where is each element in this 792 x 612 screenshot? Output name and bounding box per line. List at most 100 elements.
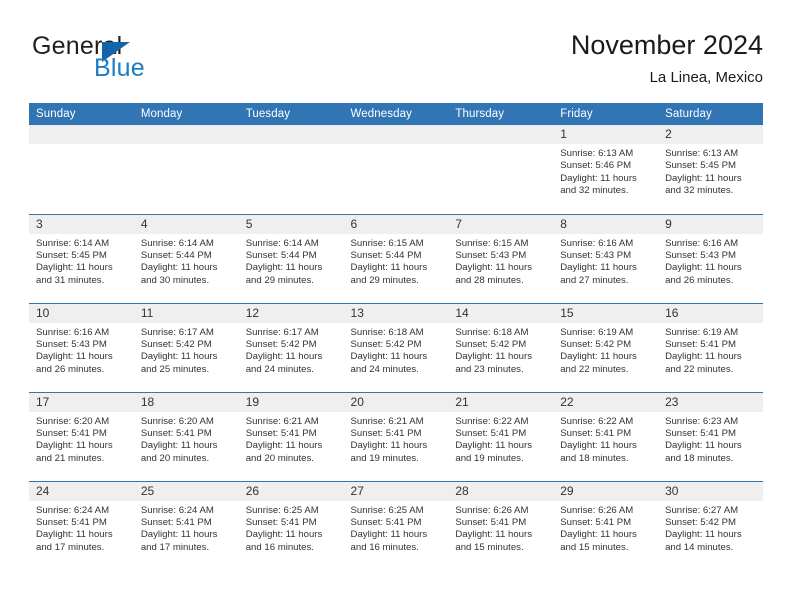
calendar-day-cell[interactable]: 9 Sunrise: 6:16 AM Sunset: 5:43 PM Daylight…	[658, 213, 763, 303]
sunset-text: Sunset: 5:42 PM	[245, 338, 317, 350]
calendar-day-cell[interactable]: 3 Sunrise: 6:14 AM Sunset: 5:45 PM Daylight…	[29, 213, 134, 303]
calendar-day-cell[interactable]: 2 Sunrise: 6:13 AM Sunset: 5:45 PM Daylight…	[658, 125, 763, 214]
day-number: 13	[343, 303, 449, 323]
calendar-day-cell[interactable]: 13 Sunrise: 6:18 AM Sunset: 5:42 PM Dayligh…	[343, 302, 449, 392]
weekday-header-saturday: Saturday	[658, 103, 763, 125]
daylight-text-line2: and 25 minutes.	[140, 363, 210, 375]
weekday-header-wednesday: Wednesday	[343, 103, 449, 125]
calendar-day-cell[interactable]: 25 Sunrise: 6:24 AM Sunset: 5:41 PM Dayligh…	[133, 480, 239, 570]
daylight-text-line1: Daylight: 11 hours	[455, 529, 532, 541]
day-number: 26	[238, 481, 344, 501]
sunrise-text: Sunrise: 6:13 AM	[560, 148, 634, 159]
page-header: General Blue November 2024 La Linea, Mex…	[29, 28, 763, 96]
sunrise-text: Sunrise: 6:16 AM	[665, 237, 739, 249]
day-sun-info: Sunrise: 6:26 AM Sunset: 5:41 PM Daylight:…	[553, 501, 658, 555]
daylight-text-line2: and 30 minutes.	[140, 274, 210, 286]
sunset-text: Sunset: 5:41 PM	[245, 516, 317, 528]
calendar-day-cell[interactable]: 8 Sunrise: 6:16 AM Sunset: 5:43 PM Daylight…	[553, 213, 659, 303]
sunrise-text: Sunrise: 6:19 AM	[665, 326, 739, 338]
daylight-text-line1: Daylight: 11 hours	[350, 529, 428, 541]
day-sun-info: Sunrise: 6:14 AM Sunset: 5:44 PM Daylight:…	[239, 234, 344, 288]
daylight-text-line1: Daylight: 11 hours	[665, 440, 742, 452]
day-sun-info: Sunrise: 6:21 AM Sunset: 5:41 PM Daylight:…	[239, 412, 344, 466]
location-subtitle: La Linea, Mexico	[649, 69, 763, 86]
calendar-week-row: 3 Sunrise: 6:14 AM Sunset: 5:45 PM Daylight…	[29, 213, 763, 303]
day-sun-info: Sunrise: 6:16 AM Sunset: 5:43 PM Daylight:…	[553, 234, 658, 288]
page-title: November 2024	[570, 30, 763, 60]
calendar-day-cell[interactable]: 26 Sunrise: 6:25 AM Sunset: 5:41 PM Dayligh…	[238, 480, 344, 570]
day-sun-info: Sunrise: 6:17 AM Sunset: 5:42 PM Daylight:…	[134, 323, 239, 377]
day-number	[133, 125, 239, 144]
calendar-day-cell[interactable]: 18 Sunrise: 6:20 AM Sunset: 5:41 PM Dayligh…	[133, 391, 239, 481]
daylight-text-line1: Daylight: 11 hours	[36, 529, 113, 541]
calendar-day-cell[interactable]: 14 Sunrise: 6:18 AM Sunset: 5:42 PM Dayligh…	[448, 302, 554, 392]
daylight-text-line2: and 28 minutes.	[455, 274, 524, 286]
calendar-day-cell[interactable]: 5 Sunrise: 6:14 AM Sunset: 5:44 PM Daylight…	[238, 213, 344, 303]
daylight-text-line1: Daylight: 11 hours	[560, 262, 637, 274]
day-number: 21	[448, 392, 554, 412]
calendar-day-cell[interactable]: 15 Sunrise: 6:19 AM Sunset: 5:42 PM Dayligh…	[553, 302, 659, 392]
daylight-text-line2: and 15 minutes.	[455, 541, 524, 553]
brand-logo[interactable]: General Blue	[32, 32, 262, 88]
sunset-text: Sunset: 5:41 PM	[245, 427, 317, 439]
sunset-text: Sunset: 5:43 PM	[665, 249, 736, 261]
daylight-text-line1: Daylight: 11 hours	[140, 529, 218, 541]
calendar-week-row: 17 Sunrise: 6:20 AM Sunset: 5:41 PM Dayligh…	[29, 391, 763, 481]
calendar-day-cell[interactable]: 21 Sunrise: 6:22 AM Sunset: 5:41 PM Dayligh…	[448, 391, 554, 481]
sunset-text: Sunset: 5:41 PM	[665, 427, 736, 439]
calendar-day-cell[interactable]: 27 Sunrise: 6:25 AM Sunset: 5:41 PM Dayligh…	[343, 480, 449, 570]
daylight-text-line2: and 18 minutes.	[560, 452, 629, 464]
calendar-day-cell[interactable]: 1 Sunrise: 6:13 AM Sunset: 5:46 PM Daylight…	[553, 125, 659, 214]
day-sun-info: Sunrise: 6:14 AM Sunset: 5:45 PM Daylight:…	[29, 234, 134, 288]
day-number: 5	[238, 214, 344, 234]
sunset-text: Sunset: 5:41 PM	[36, 516, 107, 528]
daylight-text-line2: and 24 minutes.	[245, 363, 314, 375]
daylight-text-line1: Daylight: 11 hours	[36, 440, 113, 452]
sunset-text: Sunset: 5:41 PM	[140, 427, 212, 439]
calendar-day-cell[interactable]: 24 Sunrise: 6:24 AM Sunset: 5:41 PM Dayligh…	[29, 480, 134, 570]
daylight-text-line2: and 20 minutes.	[140, 452, 210, 464]
daylight-text-line1: Daylight: 11 hours	[560, 529, 637, 541]
sunset-text: Sunset: 5:42 PM	[350, 338, 422, 350]
sunrise-text: Sunrise: 6:26 AM	[560, 504, 634, 516]
day-sun-info: Sunrise: 6:20 AM Sunset: 5:41 PM Daylight:…	[29, 412, 134, 466]
day-sun-info: Sunrise: 6:19 AM Sunset: 5:42 PM Daylight:…	[553, 323, 658, 377]
calendar-day-cell[interactable]: 17 Sunrise: 6:20 AM Sunset: 5:41 PM Dayligh…	[29, 391, 134, 481]
calendar-day-cell[interactable]: 6 Sunrise: 6:15 AM Sunset: 5:44 PM Daylight…	[343, 213, 449, 303]
day-number: 14	[448, 303, 554, 323]
calendar-day-cell[interactable]: 10 Sunrise: 6:16 AM Sunset: 5:43 PM Dayligh…	[29, 302, 134, 392]
day-number: 6	[343, 214, 449, 234]
sunset-text: Sunset: 5:43 PM	[36, 338, 107, 350]
daylight-text-line1: Daylight: 11 hours	[560, 351, 637, 363]
sunset-text: Sunset: 5:42 PM	[665, 516, 736, 528]
calendar-day-cell[interactable]: 19 Sunrise: 6:21 AM Sunset: 5:41 PM Dayligh…	[238, 391, 344, 481]
calendar-day-cell[interactable]: 20 Sunrise: 6:21 AM Sunset: 5:41 PM Dayligh…	[343, 391, 449, 481]
calendar-day-cell[interactable]: 7 Sunrise: 6:15 AM Sunset: 5:43 PM Daylight…	[448, 213, 554, 303]
calendar-day-cell[interactable]: 4 Sunrise: 6:14 AM Sunset: 5:44 PM Daylight…	[133, 213, 239, 303]
sunset-text: Sunset: 5:44 PM	[245, 249, 317, 261]
daylight-text-line1: Daylight: 11 hours	[350, 351, 428, 363]
calendar-day-cell[interactable]: 12 Sunrise: 6:17 AM Sunset: 5:42 PM Dayligh…	[238, 302, 344, 392]
sunset-text: Sunset: 5:42 PM	[560, 338, 632, 350]
sunrise-text: Sunrise: 6:23 AM	[665, 415, 739, 427]
calendar-day-cell[interactable]: 29 Sunrise: 6:26 AM Sunset: 5:41 PM Dayligh…	[553, 480, 659, 570]
day-sun-info: Sunrise: 6:18 AM Sunset: 5:42 PM Daylight:…	[448, 323, 553, 377]
day-number: 25	[133, 481, 239, 501]
day-number: 11	[133, 303, 239, 323]
day-number: 1	[553, 125, 659, 144]
sunset-text: Sunset: 5:41 PM	[455, 427, 527, 439]
daylight-text-line2: and 19 minutes.	[455, 452, 524, 464]
title-block: November 2024 La Linea, Mexico	[571, 28, 763, 87]
calendar-day-cell[interactable]: 30 Sunrise: 6:27 AM Sunset: 5:42 PM Dayligh…	[658, 480, 763, 570]
daylight-text-line2: and 22 minutes.	[665, 363, 734, 375]
brand-name-blue: Blue	[94, 54, 145, 82]
daylight-text-line1: Daylight: 11 hours	[140, 440, 218, 452]
day-number: 12	[238, 303, 344, 323]
calendar-day-cell[interactable]: 28 Sunrise: 6:26 AM Sunset: 5:41 PM Dayligh…	[448, 480, 554, 570]
daylight-text-line1: Daylight: 11 hours	[455, 262, 532, 274]
daylight-text-line2: and 16 minutes.	[350, 541, 419, 553]
calendar-day-cell[interactable]: 22 Sunrise: 6:22 AM Sunset: 5:41 PM Dayligh…	[553, 391, 659, 481]
calendar-day-cell[interactable]: 23 Sunrise: 6:23 AM Sunset: 5:41 PM Dayligh…	[658, 391, 763, 481]
calendar-day-cell[interactable]: 16 Sunrise: 6:19 AM Sunset: 5:41 PM Dayligh…	[658, 302, 763, 392]
calendar-day-cell[interactable]: 11 Sunrise: 6:17 AM Sunset: 5:42 PM Dayligh…	[133, 302, 239, 392]
